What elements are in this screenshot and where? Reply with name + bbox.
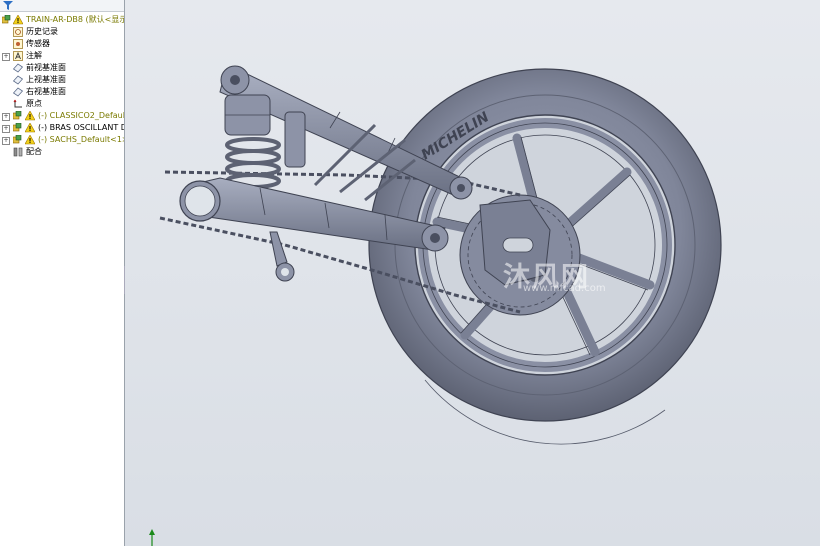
warning-icon (13, 15, 23, 25)
hanging-bracket (269, 231, 295, 282)
tree-item-classico2[interactable]: + (-) CLASSICO2_Default (0, 110, 124, 122)
tree-item-history[interactable]: 历史记录 (0, 26, 124, 38)
expand-toggle[interactable]: + (2, 113, 10, 121)
tree-item-sensors[interactable]: 传感器 (0, 38, 124, 50)
warning-icon (25, 123, 35, 133)
expand-toggle[interactable]: + (2, 125, 10, 133)
sensor-icon (13, 39, 23, 49)
tree-item-right-plane[interactable]: 右视基准面 (0, 86, 124, 98)
tree-item-label: 右视基准面 (26, 87, 66, 96)
plane-icon (13, 87, 23, 97)
part-icon (13, 111, 22, 120)
feature-manager-tree: TRAIN-AR-DB8 (默认<显示状态-1>) 历史记录 传感器 + 注解 … (0, 0, 125, 546)
tree-root-label: TRAIN-AR-DB8 (默认<显示状态-1>) (26, 15, 125, 24)
tree-item-label: 上视基准面 (26, 75, 66, 84)
tree-item-bras-oscillant[interactable]: + (-) BRAS OSCILLANT DB8 (0, 122, 124, 134)
tree-item-label: 历史记录 (26, 27, 58, 36)
watermark-url: www.mfcad.com (523, 283, 606, 294)
origin-triad-icon (149, 529, 155, 546)
tree-item-label: (-) SACHS_Default<1> (38, 135, 125, 144)
warning-icon (25, 135, 35, 145)
tree-item-top-plane[interactable]: 上视基准面 (0, 74, 124, 86)
tree-item-annotations[interactable]: + 注解 (0, 50, 124, 62)
graphics-viewport[interactable]: MICHELIN 沐风网 www.mfcad.com (125, 0, 820, 546)
filter-icon[interactable] (3, 1, 13, 10)
tree-item-front-plane[interactable]: 前视基准面 (0, 62, 124, 74)
assembly-icon (2, 15, 11, 24)
tree-item-sachs[interactable]: + (-) SACHS_Default<1> (0, 134, 124, 146)
annotation-icon (13, 51, 23, 61)
tree-item-label: 传感器 (26, 39, 50, 48)
tree-root[interactable]: TRAIN-AR-DB8 (默认<显示状态-1>) (0, 14, 124, 26)
tree-item-label: (-) CLASSICO2_Default (38, 111, 125, 120)
plane-icon (13, 75, 23, 85)
tree-item-origin[interactable]: 原点 (0, 98, 124, 110)
plane-icon (13, 63, 23, 73)
tree-item-mates[interactable]: 配合 (0, 146, 124, 158)
tree-item-label: 原点 (26, 99, 42, 108)
tree-item-label: 配合 (26, 147, 42, 156)
warning-icon (25, 111, 35, 121)
tree-item-label: 前视基准面 (26, 63, 66, 72)
expand-toggle[interactable]: + (2, 137, 10, 145)
part-icon (13, 135, 22, 144)
tree-item-label: (-) BRAS OSCILLANT DB8 (38, 123, 124, 132)
model-view: MICHELIN (149, 65, 722, 546)
expand-toggle[interactable]: + (2, 53, 10, 61)
tree-toolbar (0, 0, 124, 12)
part-icon (13, 123, 22, 132)
origin-icon (13, 99, 22, 108)
tree-item-label: 注解 (26, 51, 42, 60)
mates-icon (13, 147, 23, 157)
history-icon (13, 27, 23, 37)
